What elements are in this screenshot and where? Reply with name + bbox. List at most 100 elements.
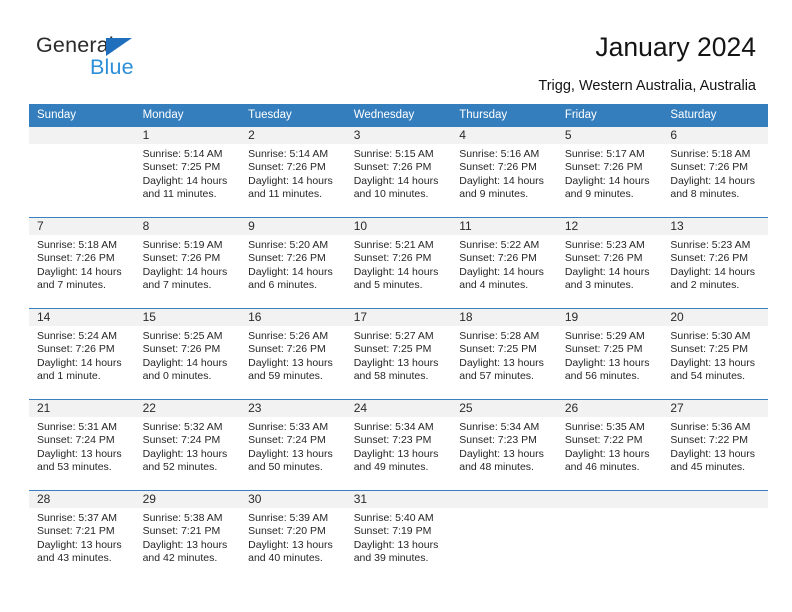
daylight-text-line1: Daylight: 14 hours — [670, 265, 756, 278]
calendar-day-cell[interactable]: 26 Sunrise: 5:35 AM Sunset: 7:22 PM Dayligh… — [556, 399, 663, 491]
sunset-text: Sunset: 7:25 PM — [459, 343, 537, 356]
calendar-day-cell[interactable]: 8 Sunrise: 5:19 AM Sunset: 7:26 PM Daylight… — [134, 217, 241, 309]
calendar-day-cell[interactable]: 27 Sunrise: 5:36 AM Sunset: 7:22 PM Dayligh… — [662, 399, 768, 491]
day-number: 10 — [345, 218, 452, 235]
daylight-text-line2: and 0 minutes. — [142, 370, 212, 383]
calendar-day-cell[interactable]: 23 Sunrise: 5:33 AM Sunset: 7:24 PM Dayligh… — [240, 399, 346, 491]
calendar-day-cell[interactable]: 10 Sunrise: 5:21 AM Sunset: 7:26 PM Dayligh… — [345, 217, 452, 309]
day-sun-info: Sunrise: 5:20 AM Sunset: 7:26 PM Daylight:… — [240, 235, 346, 293]
calendar-day-cell[interactable]: 13 Sunrise: 5:23 AM Sunset: 7:26 PM Dayligh… — [662, 217, 768, 309]
calendar-day-cell[interactable]: 1 Sunrise: 5:14 AM Sunset: 7:25 PM Daylight… — [134, 127, 241, 218]
daylight-text-line1: Daylight: 13 hours — [564, 447, 650, 460]
day-number: 18 — [451, 309, 557, 326]
sunset-text: Sunset: 7:23 PM — [459, 434, 537, 447]
daylight-text-line2: and 50 minutes. — [248, 461, 323, 474]
weekday-header-monday: Monday — [134, 104, 241, 127]
day-number: 28 — [29, 491, 135, 508]
sunrise-text: Sunrise: 5:34 AM — [459, 421, 540, 433]
calendar-day-cell[interactable]: 12 Sunrise: 5:23 AM Sunset: 7:26 PM Dayligh… — [556, 217, 663, 309]
calendar-day-cell[interactable]: 2 Sunrise: 5:14 AM Sunset: 7:26 PM Daylight… — [240, 127, 346, 218]
sunrise-text: Sunrise: 5:34 AM — [353, 421, 434, 433]
day-number: 11 — [451, 218, 557, 235]
calendar-day-cell[interactable]: 9 Sunrise: 5:20 AM Sunset: 7:26 PM Daylight… — [240, 217, 346, 309]
calendar-cell-empty — [556, 490, 663, 581]
calendar-day-cell[interactable]: 22 Sunrise: 5:32 AM Sunset: 7:24 PM Dayligh… — [134, 399, 241, 491]
daylight-text-line2: and 1 minute. — [37, 370, 101, 383]
calendar-cell-empty — [29, 127, 135, 218]
sunset-text: Sunset: 7:26 PM — [248, 343, 326, 356]
calendar-day-cell[interactable]: 11 Sunrise: 5:22 AM Sunset: 7:26 PM Dayligh… — [451, 217, 557, 309]
calendar-day-cell[interactable]: 16 Sunrise: 5:26 AM Sunset: 7:26 PM Dayligh… — [240, 308, 346, 400]
sunrise-sunset-calendar-table: Sunday Monday Tuesday Wednesday Thursday… — [29, 104, 768, 581]
calendar-day-cell[interactable]: 4 Sunrise: 5:16 AM Sunset: 7:26 PM Daylight… — [451, 127, 557, 218]
daylight-text-line1: Daylight: 14 hours — [142, 356, 228, 369]
weekday-header-friday: Friday — [556, 104, 663, 127]
daylight-text-line2: and 3 minutes. — [564, 279, 634, 292]
daylight-text-line2: and 46 minutes. — [564, 461, 640, 474]
sunrise-text: Sunrise: 5:31 AM — [37, 421, 117, 433]
calendar-day-cell[interactable]: 21 Sunrise: 5:31 AM Sunset: 7:24 PM Dayligh… — [29, 399, 135, 491]
calendar-day-cell[interactable]: 5 Sunrise: 5:17 AM Sunset: 7:26 PM Daylight… — [556, 127, 663, 218]
day-number: 26 — [556, 400, 663, 417]
calendar-week-row: 7 Sunrise: 5:18 AM Sunset: 7:26 PM Daylight… — [29, 217, 768, 309]
day-number: 16 — [240, 309, 346, 326]
day-sun-info: Sunrise: 5:18 AM Sunset: 7:26 PM Daylight:… — [29, 235, 135, 293]
daylight-text-line2: and 2 minutes. — [670, 279, 740, 292]
daylight-text-line1: Daylight: 13 hours — [248, 538, 333, 551]
sunrise-text: Sunrise: 5:23 AM — [564, 239, 645, 251]
day-sun-info: Sunrise: 5:21 AM Sunset: 7:26 PM Daylight:… — [346, 235, 452, 293]
sunset-text: Sunset: 7:26 PM — [248, 252, 326, 265]
calendar-day-cell[interactable]: 14 Sunrise: 5:24 AM Sunset: 7:26 PM Dayligh… — [29, 308, 135, 400]
sunset-text: Sunset: 7:20 PM — [248, 525, 326, 538]
calendar-day-cell[interactable]: 3 Sunrise: 5:15 AM Sunset: 7:26 PM Daylight… — [345, 127, 452, 218]
weekday-header-thursday: Thursday — [451, 104, 557, 127]
sunset-text: Sunset: 7:26 PM — [459, 252, 537, 265]
daylight-text-line1: Daylight: 14 hours — [353, 265, 439, 278]
daylight-text-line1: Daylight: 14 hours — [248, 265, 333, 278]
calendar-day-cell[interactable]: 17 Sunrise: 5:27 AM Sunset: 7:25 PM Dayligh… — [345, 308, 452, 400]
calendar-day-cell[interactable]: 18 Sunrise: 5:28 AM Sunset: 7:25 PM Dayligh… — [451, 308, 557, 400]
daylight-text-line2: and 5 minutes. — [353, 279, 423, 292]
sunrise-text: Sunrise: 5:26 AM — [248, 330, 329, 342]
calendar-day-cell[interactable]: 20 Sunrise: 5:30 AM Sunset: 7:25 PM Dayligh… — [662, 308, 768, 400]
sunrise-text: Sunrise: 5:32 AM — [142, 421, 223, 433]
sunset-text: Sunset: 7:26 PM — [37, 252, 115, 265]
calendar-day-cell[interactable]: 7 Sunrise: 5:18 AM Sunset: 7:26 PM Daylight… — [29, 217, 135, 309]
sunrise-text: Sunrise: 5:35 AM — [564, 421, 645, 433]
sunrise-text: Sunrise: 5:28 AM — [459, 330, 540, 342]
day-number: 7 — [29, 218, 135, 235]
sunrise-text: Sunrise: 5:18 AM — [37, 239, 117, 251]
calendar-day-cell[interactable]: 28 Sunrise: 5:37 AM Sunset: 7:21 PM Dayligh… — [29, 490, 135, 581]
calendar-day-cell[interactable]: 31 Sunrise: 5:40 AM Sunset: 7:19 PM Dayligh… — [345, 490, 452, 581]
day-number: 19 — [556, 309, 663, 326]
day-number: 24 — [345, 400, 452, 417]
sunrise-text: Sunrise: 5:21 AM — [353, 239, 434, 251]
daylight-text-line1: Daylight: 14 hours — [564, 174, 650, 187]
calendar-day-cell[interactable]: 24 Sunrise: 5:34 AM Sunset: 7:23 PM Dayligh… — [345, 399, 452, 491]
day-number: 5 — [556, 127, 663, 144]
sunset-text: Sunset: 7:24 PM — [248, 434, 326, 447]
sunrise-text: Sunrise: 5:36 AM — [670, 421, 751, 433]
daylight-text-line1: Daylight: 13 hours — [248, 447, 333, 460]
day-sun-info: Sunrise: 5:35 AM Sunset: 7:22 PM Daylight:… — [557, 417, 663, 475]
daylight-text-line1: Daylight: 13 hours — [142, 447, 228, 460]
calendar-day-cell[interactable]: 29 Sunrise: 5:38 AM Sunset: 7:21 PM Dayligh… — [134, 490, 241, 581]
sunset-text: Sunset: 7:25 PM — [353, 343, 432, 356]
day-sun-info: Sunrise: 5:16 AM Sunset: 7:26 PM Daylight:… — [451, 144, 557, 202]
calendar-day-cell[interactable]: 19 Sunrise: 5:29 AM Sunset: 7:25 PM Dayligh… — [556, 308, 663, 400]
sunset-text: Sunset: 7:21 PM — [142, 525, 221, 538]
sunset-text: Sunset: 7:26 PM — [459, 161, 537, 174]
generalblue-logo: General Blue — [36, 33, 236, 89]
calendar-day-cell[interactable]: 30 Sunrise: 5:39 AM Sunset: 7:20 PM Dayligh… — [240, 490, 346, 581]
daylight-text-line1: Daylight: 14 hours — [142, 265, 228, 278]
sunrise-text: Sunrise: 5:24 AM — [37, 330, 117, 342]
day-number: 14 — [29, 309, 135, 326]
day-sun-info: Sunrise: 5:24 AM Sunset: 7:26 PM Daylight:… — [29, 326, 135, 384]
sunrise-text: Sunrise: 5:38 AM — [142, 512, 223, 524]
day-number: 22 — [134, 400, 241, 417]
calendar-day-cell[interactable]: 6 Sunrise: 5:18 AM Sunset: 7:26 PM Daylight… — [662, 127, 768, 218]
calendar-day-cell[interactable]: 25 Sunrise: 5:34 AM Sunset: 7:23 PM Dayligh… — [451, 399, 557, 491]
sunset-text: Sunset: 7:26 PM — [670, 252, 749, 265]
day-number: 23 — [240, 400, 346, 417]
calendar-day-cell[interactable]: 15 Sunrise: 5:25 AM Sunset: 7:26 PM Dayligh… — [134, 308, 241, 400]
